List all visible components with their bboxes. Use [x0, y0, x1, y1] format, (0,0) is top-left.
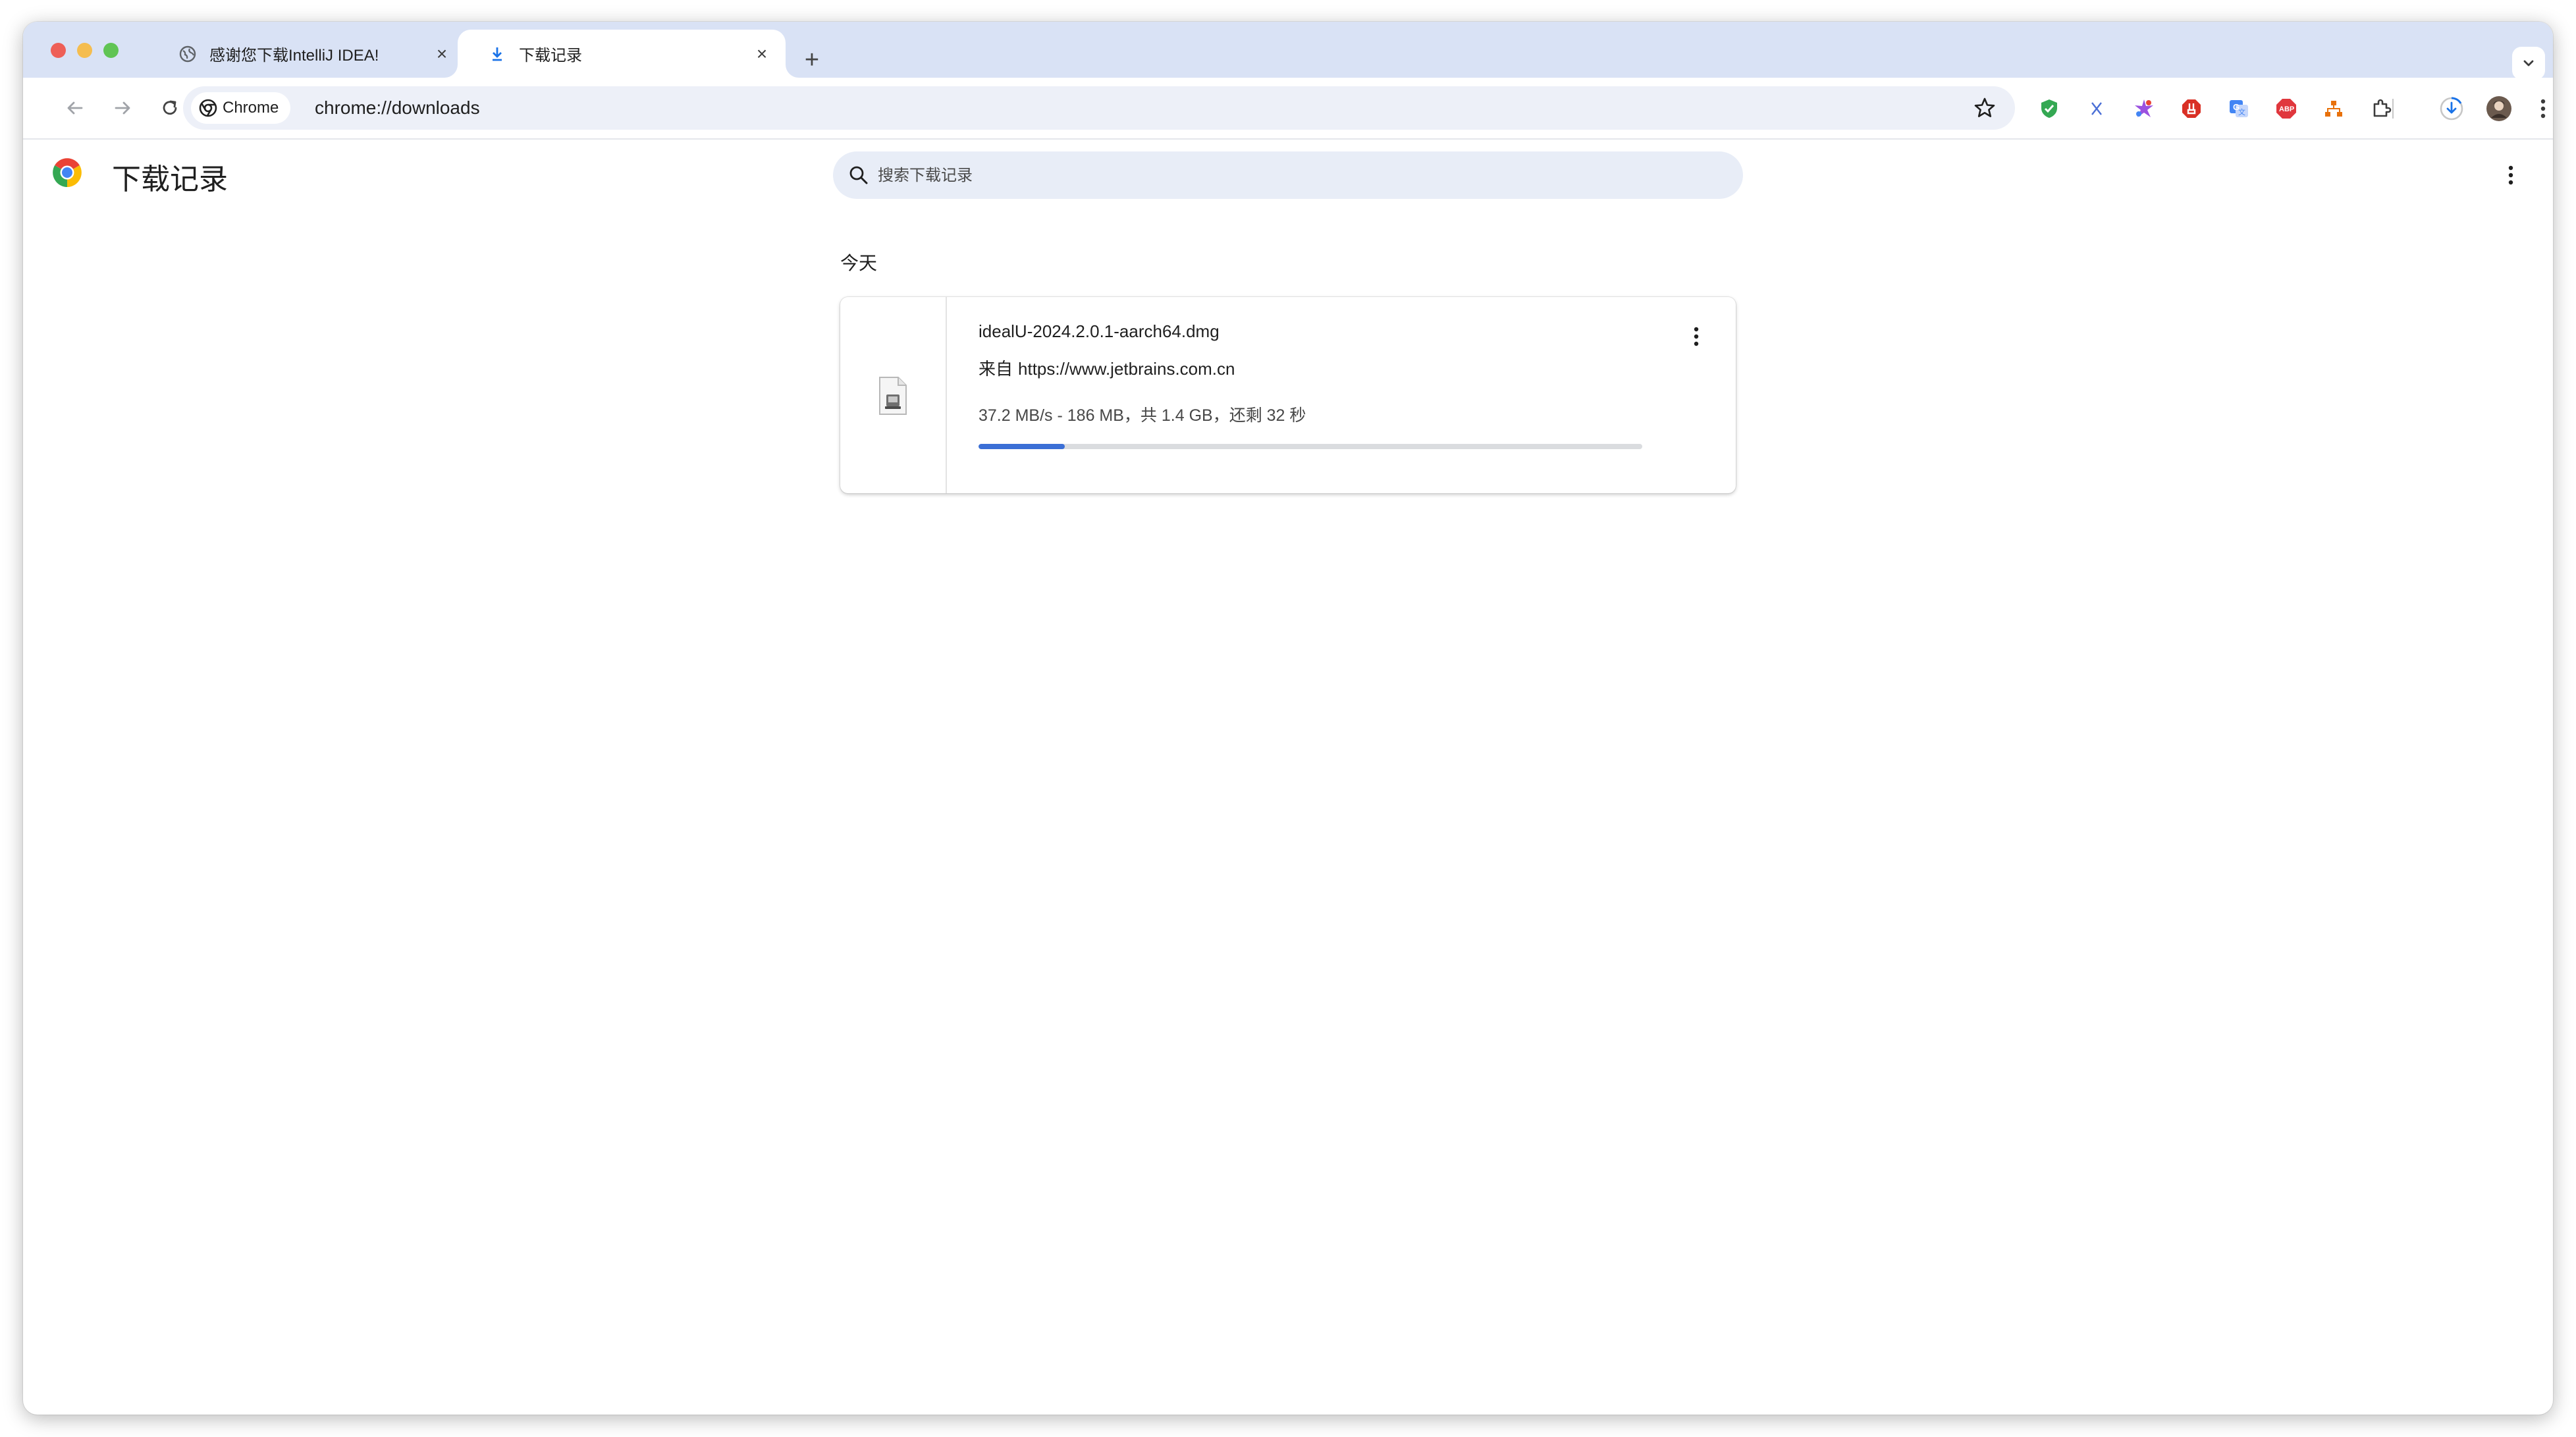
download-status: 37.2 MB/s - 186 MB，共 1.4 GB，还剩 32 秒: [979, 406, 1306, 425]
chrome-icon: [199, 99, 217, 117]
site-info-chip[interactable]: Chrome: [191, 92, 291, 124]
search-input[interactable]: [876, 151, 1722, 200]
more-vert-icon: [2508, 165, 2513, 185]
back-button[interactable]: [59, 92, 91, 124]
translate-x-icon[interactable]: [2083, 95, 2110, 122]
url-text[interactable]: chrome://downloads: [315, 86, 480, 130]
source-url-link[interactable]: https://www.jetbrains.com.cn: [1018, 359, 1235, 379]
tab-downloads[interactable]: 下载记录 ×: [458, 30, 786, 78]
svg-text:ABP: ABP: [2279, 105, 2294, 113]
more-vert-icon: [2540, 99, 2546, 119]
window-zoom-button[interactable]: [103, 43, 119, 58]
address-bar[interactable]: Chrome chrome://downloads: [183, 86, 2015, 130]
more-vert-icon: [1694, 327, 1699, 346]
toolbar-divider: [2392, 99, 2394, 119]
downloads-button[interactable]: [2438, 95, 2465, 122]
new-tab-button[interactable]: +: [799, 46, 825, 74]
tab-strip: 感谢您下载IntelliJ IDEA! × 下载记录 × +: [23, 22, 2553, 80]
download-icon: [488, 45, 506, 63]
abp-icon[interactable]: ABP: [2273, 95, 2299, 122]
tab-title: 感谢您下载IntelliJ IDEA!: [209, 47, 379, 65]
forward-arrow-icon: [115, 101, 130, 115]
back-arrow-icon: [67, 101, 83, 115]
window-minimize-button[interactable]: [77, 43, 92, 58]
bookmark-star-icon[interactable]: [1973, 96, 1997, 120]
tab-title: 下载记录: [519, 47, 582, 65]
file-source: 来自 https://www.jetbrains.com.cn: [979, 356, 1235, 380]
page-title: 下载记录: [112, 163, 228, 196]
tab-intellij[interactable]: 感谢您下载IntelliJ IDEA! ×: [148, 30, 466, 78]
download-progress-icon: [2440, 97, 2463, 121]
tab-close-button[interactable]: ×: [430, 42, 454, 66]
downloads-header: 下载记录: [23, 140, 2553, 212]
forward-button[interactable]: [107, 92, 138, 124]
google-translate-icon[interactable]: G文: [2226, 95, 2252, 122]
avatar[interactable]: [2486, 95, 2512, 122]
file-icon-column: [840, 297, 947, 493]
file-name-link[interactable]: idealU-2024.2.0.1-aarch64.dmg: [979, 321, 1220, 342]
chevron-down-icon: [2523, 60, 2534, 67]
svg-text:文: 文: [2238, 107, 2245, 117]
puzzle-ai-icon[interactable]: [2131, 95, 2157, 122]
chrome-menu-button[interactable]: [2533, 95, 2553, 122]
download-progress-fill: [979, 444, 1065, 449]
chip-label: Chrome: [223, 99, 279, 117]
reload-icon: [163, 100, 177, 115]
browser-window: 感谢您下载IntelliJ IDEA! × 下载记录 × + Chrome ch…: [23, 22, 2553, 1415]
globe-icon: [178, 45, 197, 63]
reload-button[interactable]: [154, 92, 186, 124]
window-close-button[interactable]: [51, 43, 66, 58]
date-section-label: 今天: [840, 253, 878, 273]
org-chart-icon[interactable]: [2321, 95, 2347, 122]
toolbar: Chrome chrome://downloads G文 ABP: [23, 78, 2553, 140]
tab-close-button[interactable]: ×: [750, 42, 774, 66]
red-stop-icon[interactable]: [2178, 95, 2205, 122]
search-icon: [849, 166, 868, 184]
download-progress-bar: [979, 444, 1642, 449]
download-item: idealU-2024.2.0.1-aarch64.dmg 来自 https://…: [840, 297, 1736, 493]
source-prefix: 来自: [979, 359, 1013, 379]
shield-check-icon[interactable]: [2036, 95, 2062, 122]
download-item-menu-button[interactable]: [1683, 323, 1709, 350]
extensions-puzzle-icon[interactable]: [2368, 95, 2394, 122]
disk-image-file-icon: [879, 377, 907, 415]
chrome-logo-icon: [53, 158, 82, 187]
page-menu-button[interactable]: [2496, 161, 2525, 190]
search-downloads[interactable]: [833, 151, 1743, 200]
tab-search-button[interactable]: [2512, 47, 2545, 80]
